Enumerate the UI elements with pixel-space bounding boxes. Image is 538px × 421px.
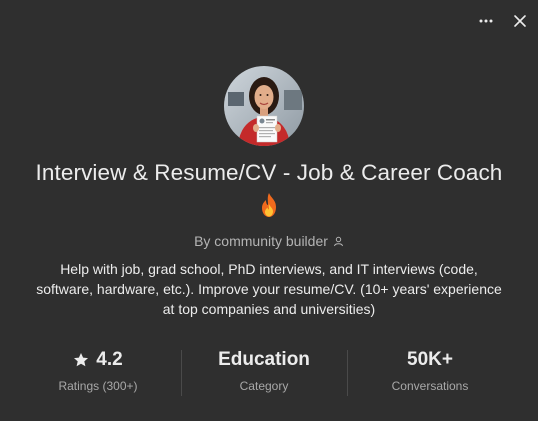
conversations-label: Conversations xyxy=(391,379,469,393)
stats-row: 4.2 Ratings (300+) Education Category 50… xyxy=(15,346,513,398)
category-value: Education xyxy=(218,349,310,370)
more-options-button[interactable] xyxy=(472,10,500,32)
gpt-description: Help with job, grad school, PhD intervie… xyxy=(36,261,502,317)
byline: By community builder xyxy=(0,233,538,249)
conversations-value: 50K+ xyxy=(407,349,453,370)
dialog-actions xyxy=(472,10,534,32)
category-label: Category xyxy=(239,379,289,393)
stat-category: Education Category xyxy=(181,346,347,398)
gpt-avatar xyxy=(224,66,304,146)
avatar-image xyxy=(224,66,304,146)
close-button[interactable] xyxy=(506,10,534,32)
fire-icon xyxy=(262,193,276,217)
gpt-title: Interview & Resume/CV - Job & Career Coa… xyxy=(35,160,503,185)
stat-conversations: 50K+ Conversations xyxy=(347,346,513,398)
rating-number: 4.2 xyxy=(96,349,123,370)
close-icon xyxy=(514,15,526,27)
rating-label: Ratings (300+) xyxy=(58,379,138,393)
more-horizontal-icon xyxy=(479,19,493,23)
byline-text: By community builder xyxy=(194,233,328,249)
rating-value: 4.2 xyxy=(73,346,123,374)
stat-ratings: 4.2 Ratings (300+) xyxy=(15,346,181,398)
gpt-info-dialog: Interview & Resume/CV - Job & Career Coa… xyxy=(0,0,538,421)
fire-emoji xyxy=(0,192,538,220)
user-icon xyxy=(333,236,343,246)
star-icon xyxy=(74,353,89,367)
